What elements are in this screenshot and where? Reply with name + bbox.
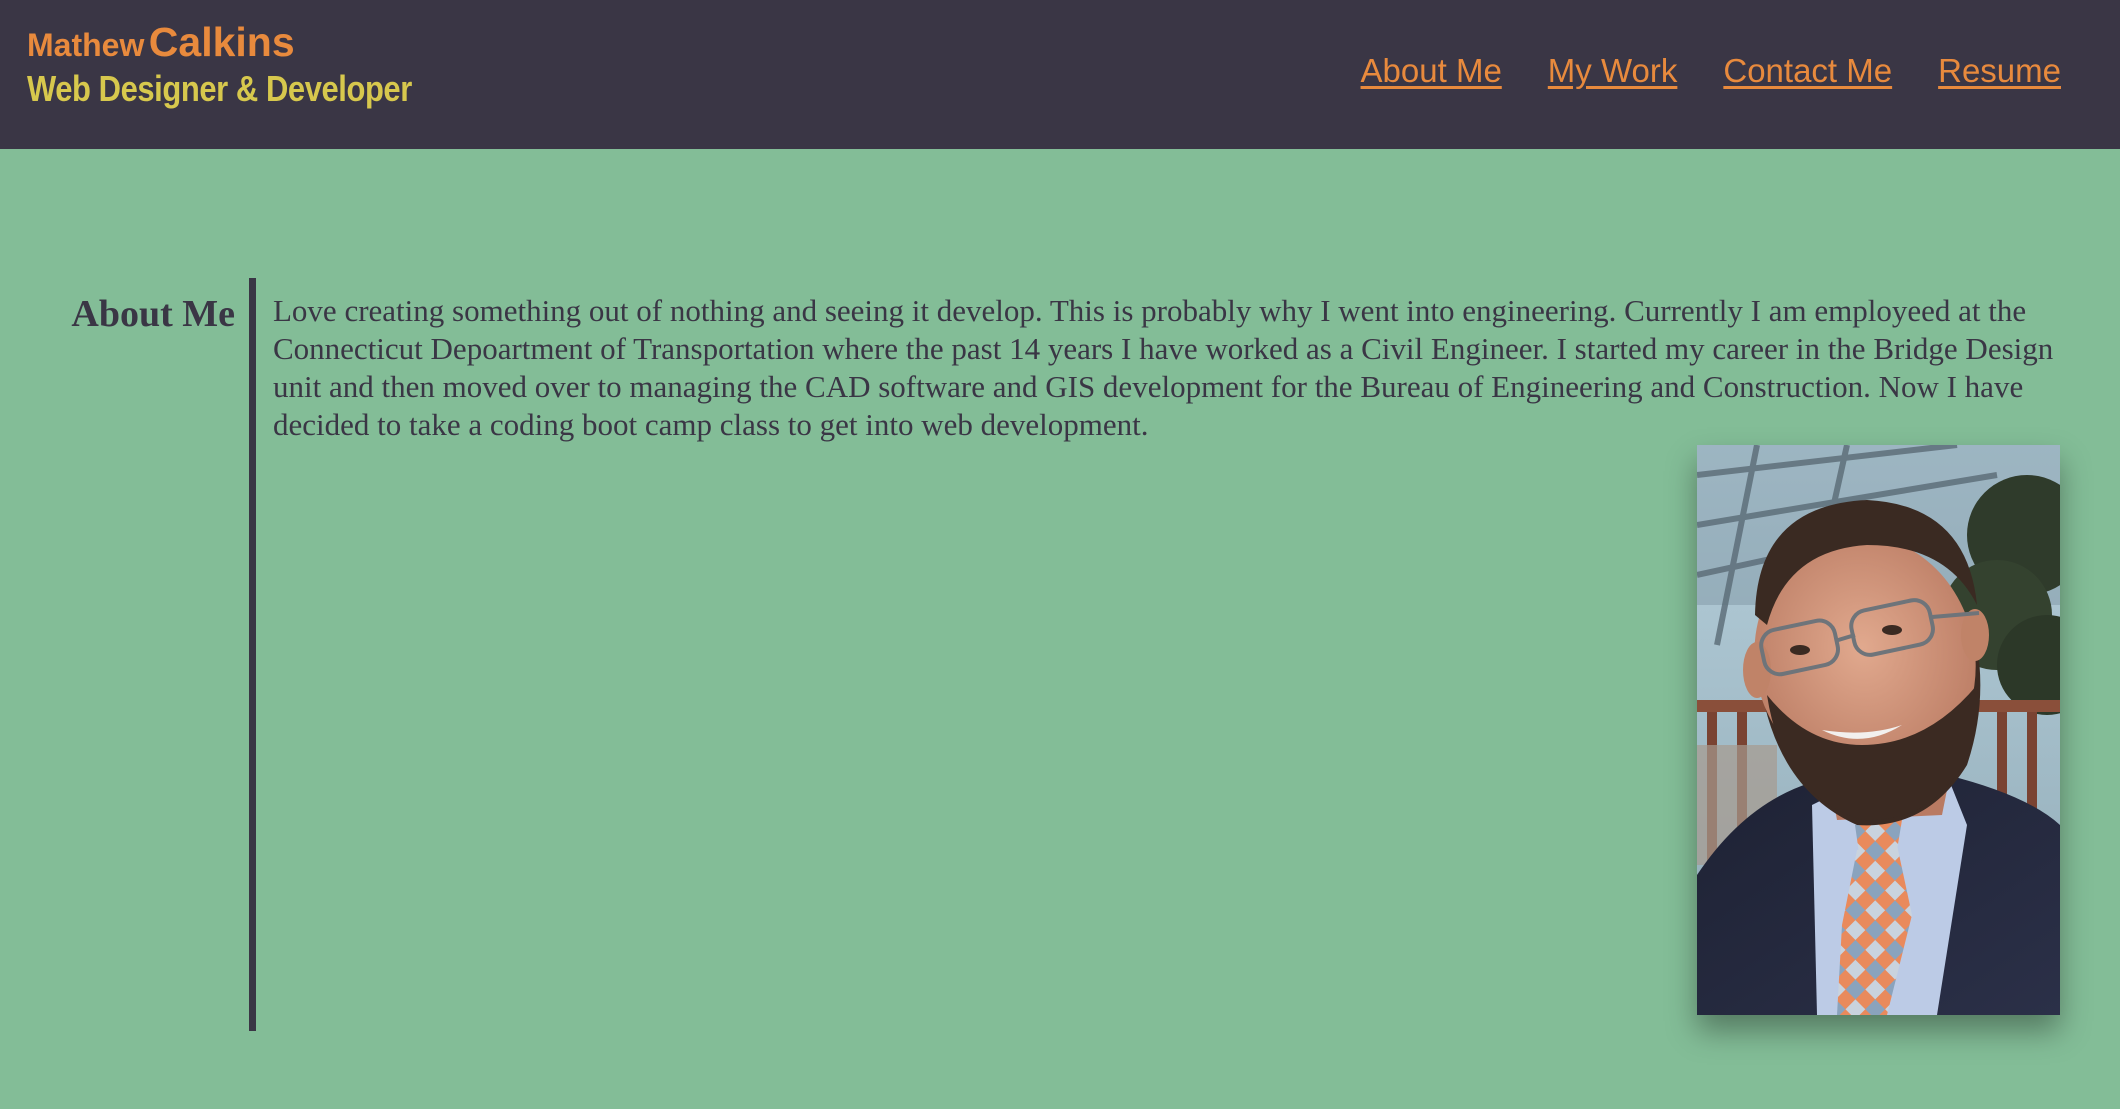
nav-link-contact-me[interactable]: Contact Me: [1723, 52, 1892, 90]
brand-first-name: Mathew: [27, 27, 145, 63]
main-nav: About Me My Work Contact Me Resume: [1361, 52, 2061, 90]
nav-link-resume[interactable]: Resume: [1938, 52, 2061, 90]
brand-role: Web Designer & Developer: [27, 68, 412, 109]
section-divider: [249, 278, 256, 1031]
site-header: Mathew Calkins Web Designer & Developer …: [0, 0, 2120, 149]
brand-name: Mathew Calkins: [27, 22, 474, 63]
brand: Mathew Calkins Web Designer & Developer: [27, 22, 474, 107]
nav-link-my-work[interactable]: My Work: [1548, 52, 1678, 90]
brand-last-name: Calkins: [148, 19, 295, 65]
nav-link-about-me[interactable]: About Me: [1361, 52, 1502, 90]
about-paragraph: Love creating something out of nothing a…: [273, 293, 2054, 442]
profile-photo: [1697, 445, 2060, 1015]
section-heading: About Me: [71, 293, 235, 335]
